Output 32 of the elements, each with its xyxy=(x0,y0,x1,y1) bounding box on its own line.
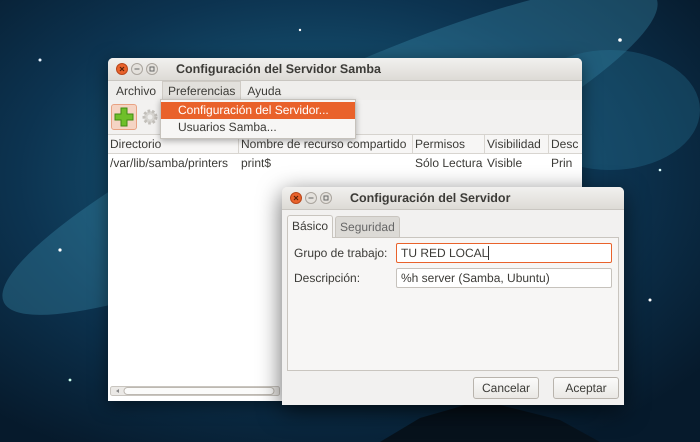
tab[interactable]: Seguridad xyxy=(335,216,400,237)
toolbar-button[interactable] xyxy=(111,104,137,130)
input-field[interactable]: TU RED LOCAL xyxy=(396,243,612,263)
add-icon xyxy=(114,107,134,127)
gear-icon xyxy=(142,109,158,125)
table-cell-text: Visible xyxy=(486,155,524,172)
dialog-button[interactable]: Aceptar xyxy=(553,377,619,399)
close-icon[interactable] xyxy=(290,192,302,204)
field-label: Descripción: xyxy=(294,271,362,285)
table-cell-text: /var/lib/samba/printers xyxy=(109,155,230,172)
window-title: Configuración del Servidor Samba xyxy=(176,62,381,76)
tab[interactable]: Básico xyxy=(287,215,334,238)
window-title: Configuración del Servidor xyxy=(350,191,510,205)
maximize-icon[interactable] xyxy=(320,192,332,204)
minimize-icon[interactable] xyxy=(305,192,317,204)
scrollbar[interactable] xyxy=(110,386,280,396)
menu-item[interactable]: Preferencias xyxy=(162,81,242,100)
table-cell-text: Prin xyxy=(550,155,574,172)
menu-item[interactable]: Usuarios Samba... xyxy=(161,119,355,136)
table-cell-text: Sólo Lectura xyxy=(414,155,484,172)
minimize-icon[interactable] xyxy=(131,63,143,75)
maximize-icon[interactable] xyxy=(146,63,158,75)
column-header[interactable]: Visibilidad xyxy=(485,135,549,153)
column-header[interactable]: Desc xyxy=(549,135,582,153)
input-field[interactable]: %h server (Samba, Ubuntu) xyxy=(396,268,612,288)
menu-item[interactable]: Archivo xyxy=(110,81,162,100)
field-label: Grupo de trabajo: xyxy=(294,246,388,260)
column-header[interactable]: Permisos xyxy=(413,135,485,153)
table-cell-text: print$ xyxy=(240,155,272,172)
close-icon[interactable] xyxy=(116,63,128,75)
dialog-button[interactable]: Cancelar xyxy=(473,377,539,399)
menu-item[interactable]: Ayuda xyxy=(241,81,288,100)
